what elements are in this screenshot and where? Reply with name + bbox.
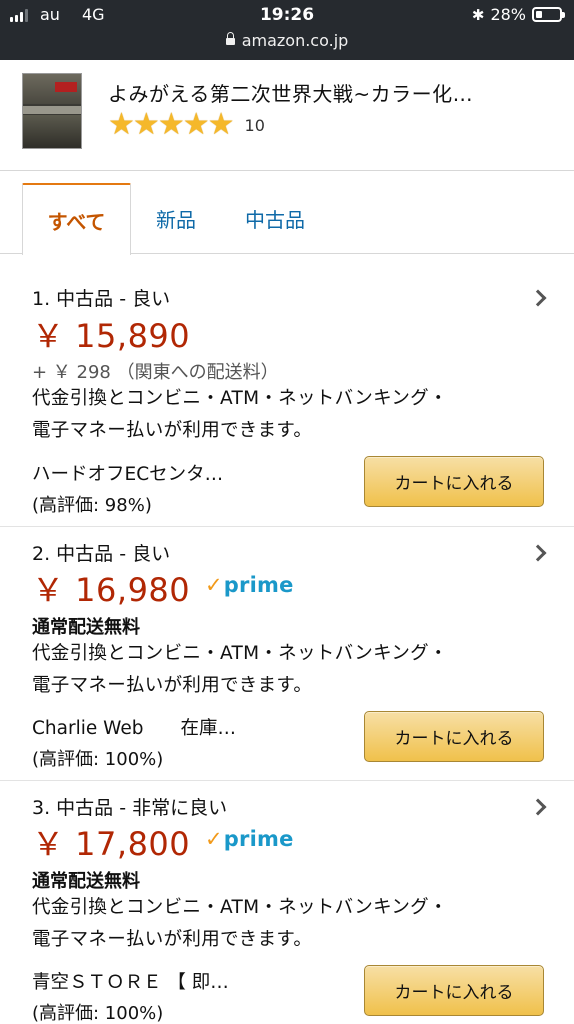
seller-name[interactable]: 青空ＳＴＯＲＥ 【 即… — [32, 968, 342, 994]
prime-check-icon: ✓ — [205, 573, 223, 597]
seller-name[interactable]: Charlie Web 在庫… — [32, 714, 342, 740]
battery-icon — [532, 7, 565, 22]
offer-item[interactable]: 2. 中古品 - 良い ￥ 16,980 ✓prime 通常配送無料 代金引換と… — [0, 527, 574, 781]
payment-line: 代金引換とコンビニ・ATM・ネットバンキング・ — [32, 897, 448, 918]
offer-condition: 2. 中古品 - 良い — [32, 543, 171, 565]
prime-badge: ✓prime — [205, 827, 294, 851]
chevron-right-icon[interactable] — [529, 544, 547, 562]
offer-tabs: すべて 新品 中古品 — [0, 171, 574, 255]
chevron-right-icon[interactable] — [529, 798, 547, 816]
product-thumbnail[interactable] — [22, 73, 82, 149]
product-rating[interactable]: ★ ★ ★ ★ ★ 10 — [108, 110, 265, 140]
offer-item[interactable]: 3. 中古品 - 非常に良い ￥ 17,800 ✓prime 通常配送無料 代金… — [0, 781, 574, 1024]
payment-line: 代金引換とコンビニ・ATM・ネットバンキング・ — [32, 643, 448, 664]
status-right: ✱ 28% — [471, 5, 565, 24]
payment-line: 代金引換とコンビニ・ATM・ネットバンキング・ — [32, 388, 448, 409]
seller-name[interactable]: ハードオフECセンタ… — [32, 460, 342, 486]
prime-label: prime — [223, 827, 294, 851]
payment-line: 電子マネー払いが利用できます。 — [32, 675, 313, 696]
prime-badge: ✓prime — [205, 573, 294, 597]
offer-price: ￥ 17,800 — [32, 825, 191, 863]
battery-percent: 28% — [490, 5, 526, 24]
product-title[interactable]: よみがえる第二次世界大戦~カラー化… — [108, 78, 548, 107]
status-bar: au 4G 19:26 ✱ 28% amazon.co.jp — [0, 0, 574, 60]
payment-methods: 代金引換とコンビニ・ATM・ネットバンキング・ 電子マネー払いが利用できます。 — [32, 892, 552, 956]
free-shipping: 通常配送無料 — [32, 617, 140, 638]
star-icon: ★ — [207, 107, 235, 142]
add-to-cart-button[interactable]: カートに入れる — [364, 456, 544, 507]
bluetooth-icon: ✱ — [471, 5, 485, 24]
chevron-right-icon[interactable] — [529, 289, 547, 307]
offer-price: ￥ 15,890 — [32, 317, 191, 355]
tab-all[interactable]: すべて — [22, 183, 131, 255]
url-text: amazon.co.jp — [241, 31, 349, 50]
prime-label: prime — [223, 573, 294, 597]
url-bar[interactable]: amazon.co.jp — [0, 31, 574, 50]
seller-rating: (高評価: 100%) — [32, 1003, 164, 1024]
free-shipping: 通常配送無料 — [32, 871, 140, 892]
payment-methods: 代金引換とコンビニ・ATM・ネットバンキング・ 電子マネー払いが利用できます。 — [32, 383, 552, 447]
payment-line: 電子マネー払いが利用できます。 — [32, 929, 313, 950]
seller-rating: (高評価: 98%) — [32, 495, 152, 516]
seller-rating: (高評価: 100%) — [32, 749, 164, 770]
star-icon: ★ — [182, 107, 210, 142]
add-to-cart-button[interactable]: カートに入れる — [364, 711, 544, 762]
offer-price: ￥ 16,980 — [32, 571, 191, 609]
offer-condition: 1. 中古品 - 良い — [32, 288, 171, 310]
payment-methods: 代金引換とコンビニ・ATM・ネットバンキング・ 電子マネー払いが利用できます。 — [32, 638, 552, 702]
shipping-fee: + ￥ 298 （関東への配送料） — [32, 362, 279, 383]
offer-condition: 3. 中古品 - 非常に良い — [32, 797, 228, 819]
tab-used[interactable]: 中古品 — [230, 183, 320, 254]
star-icon: ★ — [108, 107, 135, 142]
offer-item[interactable]: 1. 中古品 - 良い ￥ 15,890 + ￥ 298 （関東への配送料） 代… — [0, 254, 574, 527]
payment-line: 電子マネー払いが利用できます。 — [32, 420, 313, 441]
battery-fill — [536, 11, 542, 18]
product-header: よみがえる第二次世界大戦~カラー化… ★ ★ ★ ★ ★ 10 — [0, 60, 574, 171]
star-icon: ★ — [157, 107, 185, 142]
tab-new[interactable]: 新品 — [140, 183, 212, 254]
add-to-cart-button[interactable]: カートに入れる — [364, 965, 544, 1016]
rating-count: 10 — [244, 115, 265, 135]
star-icon: ★ — [132, 107, 160, 142]
prime-check-icon: ✓ — [205, 827, 223, 851]
lock-icon — [225, 32, 235, 45]
